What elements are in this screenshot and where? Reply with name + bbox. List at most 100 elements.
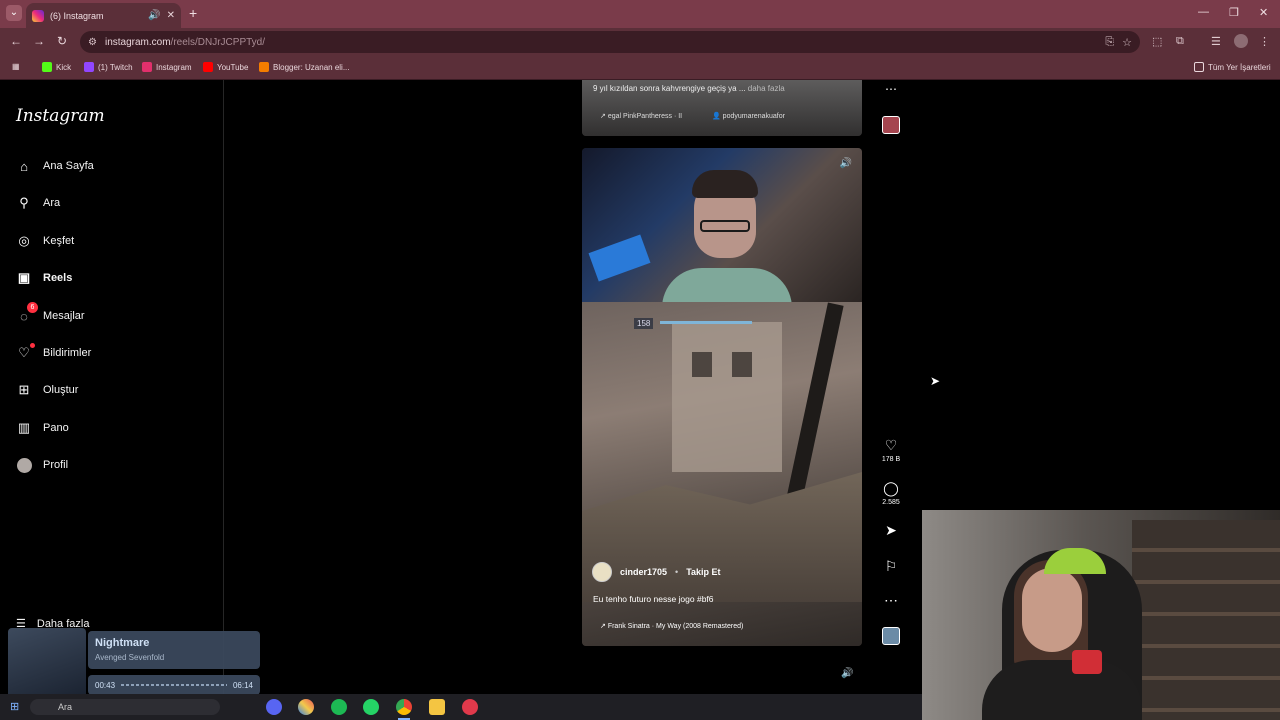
track-title: Nightmare — [95, 637, 150, 649]
comment-icon: ◯ — [883, 480, 899, 496]
profile-avatar-icon[interactable] — [1234, 34, 1248, 48]
url-text[interactable]: instagram.com/reels/DNJrJCPPTyd/ — [105, 37, 1097, 48]
obs-icon[interactable] — [462, 699, 478, 715]
bookmark-twitch[interactable]: (1) Twitch — [84, 62, 133, 72]
all-bookmarks[interactable]: Tüm Yer İşaretleri — [1194, 62, 1271, 72]
audio-thumbnail[interactable] — [882, 627, 900, 645]
reload-icon[interactable]: ↻ — [57, 34, 67, 48]
close-tab-icon[interactable]: ✕ — [167, 10, 175, 21]
kick-icon — [42, 62, 52, 72]
follow-button[interactable]: Takip Et — [686, 567, 720, 577]
reel-audio[interactable]: ↗ Frank Sinatra · My Way (2008 Remastere… — [600, 622, 743, 630]
spotify-icon[interactable] — [331, 699, 347, 715]
compass-icon: ◎ — [18, 233, 30, 248]
share-button[interactable]: ➤ — [874, 522, 908, 539]
heart-icon: ♡ — [16, 343, 35, 361]
media-control-icon[interactable]: ☰ — [1211, 35, 1221, 48]
hud-health-bar — [660, 321, 752, 324]
avatar — [16, 457, 32, 473]
volume-icon[interactable]: 🔊 — [840, 158, 852, 169]
elapsed-time: 00:43 — [95, 680, 116, 690]
reel-username[interactable]: cinder1705 — [620, 567, 667, 577]
copilot-icon[interactable] — [298, 699, 314, 715]
sidebar-item-reels[interactable]: ▣ Reels — [16, 270, 73, 286]
streamer-webcam — [922, 510, 1280, 720]
reel-caption: 9 yıl kızıldan sonra kahvrengiye geçiş y… — [593, 84, 785, 93]
save-button[interactable]: ⚐ — [874, 558, 908, 575]
instagram-icon — [142, 62, 152, 72]
browser-toolbar: ← → ↻ ⚙ instagram.com/reels/DNJrJCPPTyd/… — [0, 28, 1280, 56]
discord-icon[interactable] — [266, 699, 282, 715]
sidebar-item-home[interactable]: ⌂ Ana Sayfa — [16, 158, 94, 174]
like-button[interactable]: ♡ 178 B — [874, 437, 908, 463]
chrome-icon[interactable] — [396, 699, 412, 715]
minimize-icon[interactable]: — — [1198, 6, 1209, 18]
star-icon[interactable]: ☆ — [1122, 36, 1132, 49]
browser-tab[interactable]: (6) Instagram 🔊 ✕ — [26, 3, 181, 28]
more-options-icon[interactable]: ⋯ — [885, 82, 897, 96]
home-icon: ⌂ — [20, 158, 28, 174]
volume-icon[interactable]: 🔊 — [841, 668, 853, 679]
apps-grid-icon[interactable]: ▦ — [12, 62, 20, 71]
hud-counter: 158 — [634, 318, 654, 329]
translate-icon[interactable]: ⬚ — [1152, 35, 1162, 48]
sidebar-item-notifications[interactable]: ♡ Bildirimler — [16, 343, 91, 361]
bookmark-instagram[interactable]: Instagram — [142, 62, 192, 72]
blogger-icon — [259, 62, 269, 72]
instagram-favicon-icon — [32, 9, 44, 22]
bookmark-blogger[interactable]: Blogger: Uzanan eli... — [259, 62, 350, 72]
messenger-icon: ◌ 6 — [16, 302, 38, 324]
close-window-icon[interactable]: ✕ — [1259, 6, 1268, 19]
new-tab-icon[interactable]: + — [189, 5, 197, 21]
instagram-sidebar: Instagram ⌂ Ana Sayfa ⚲ Ara ◎ Keşfet ▣ Reels… — [0, 80, 224, 695]
playback-progress: 00:43 06:14 — [88, 675, 260, 695]
bookmark-youtube[interactable]: YouTube — [203, 62, 248, 72]
tab-search-button[interactable]: ⌄ — [6, 5, 22, 21]
whatsapp-icon[interactable] — [363, 699, 379, 715]
address-bar[interactable]: ⚙ instagram.com/reels/DNJrJCPPTyd/ ⎘ ☆ — [80, 31, 1140, 53]
menu-icon[interactable]: ⋮ — [1259, 35, 1270, 48]
back-icon[interactable]: ← — [10, 34, 22, 48]
file-explorer-icon[interactable] — [429, 699, 445, 715]
track-duration: 06:14 — [232, 680, 253, 690]
windows-start-icon[interactable]: ⊞ — [10, 700, 19, 713]
sidebar-item-create[interactable]: ⊞ Oluştur — [16, 382, 79, 398]
album-art — [8, 628, 86, 698]
reels-icon: ▣ — [17, 270, 31, 285]
more-options-button[interactable]: ⋯ — [874, 592, 908, 609]
more-options-icon: ⋯ — [884, 592, 898, 608]
audio-thumbnail[interactable] — [882, 116, 900, 134]
extensions-icon[interactable]: ⧉ — [1176, 35, 1184, 48]
now-playing-card: Nightmare Avenged Sevenfold — [88, 631, 260, 669]
progress-track — [121, 684, 227, 686]
send-icon: ➤ — [885, 522, 897, 538]
sidebar-item-explore[interactable]: ◎ Keşfet — [16, 233, 74, 249]
current-reel[interactable]: 158 🔊 cinder1705 • Takip Et Eu tenho fut… — [582, 148, 862, 646]
browser-titlebar: ⌄ (6) Instagram 🔊 ✕ + — ❐ ✕ — [0, 0, 1280, 28]
dashboard-icon: ▥ — [17, 420, 31, 435]
reel-audio[interactable]: ↗ egal PinkPantheress · II — [600, 112, 682, 120]
comment-button[interactable]: ◯ 2.585 — [874, 480, 908, 506]
notification-dot — [30, 343, 35, 348]
previous-reel[interactable]: 9 yıl kızıldan sonra kahvrengiye geçiş y… — [582, 80, 862, 136]
sidebar-item-search[interactable]: ⚲ Ara — [16, 195, 60, 211]
bookmark-kick[interactable]: Kick — [42, 62, 71, 72]
sidebar-item-messages[interactable]: ◌ 6 Mesajlar — [16, 302, 85, 324]
speaker-icon[interactable]: 🔊 — [148, 10, 160, 21]
reel-caption[interactable]: Eu tenho futuro nesse jogo #bf6 — [593, 594, 714, 604]
taskbar-search[interactable]: Ara — [30, 699, 220, 715]
install-app-icon[interactable]: ⎘ — [1105, 36, 1114, 49]
bookmark-icon: ⚐ — [884, 558, 898, 574]
facecam-image — [582, 148, 862, 308]
plus-icon: ⊞ — [18, 382, 30, 397]
instagram-logo[interactable]: Instagram — [16, 106, 105, 126]
comment-count: 2.585 — [882, 499, 900, 506]
forward-icon[interactable]: → — [33, 34, 45, 48]
sidebar-item-dashboard[interactable]: ▥ Pano — [16, 420, 69, 436]
restore-icon[interactable]: ❐ — [1229, 6, 1239, 19]
sidebar-item-profile[interactable]: Profil — [16, 457, 68, 473]
reel-location[interactable]: 👤 podyumarenakuafor — [712, 112, 785, 120]
site-info-icon[interactable]: ⚙ — [88, 37, 97, 48]
search-icon: ⚲ — [19, 195, 29, 210]
avatar[interactable] — [592, 562, 612, 582]
